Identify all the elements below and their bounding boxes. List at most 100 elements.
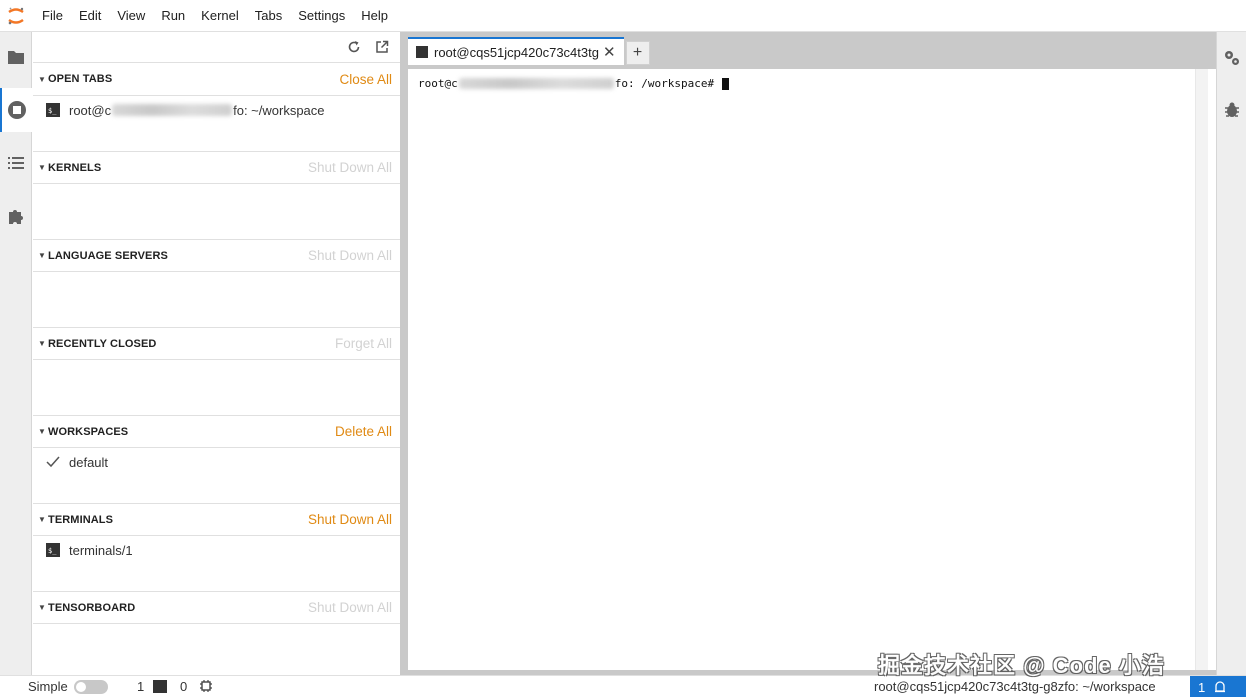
caret-down-icon: ▼	[38, 339, 46, 348]
property-inspector-gears-icon[interactable]	[1217, 38, 1246, 78]
menu-kernel[interactable]: Kernel	[193, 0, 247, 32]
add-tab-button[interactable]: +	[625, 41, 650, 65]
workspaces-list: default	[33, 448, 400, 503]
running-sessions-panel: ▼ OPEN TABS Close All $_ root@c fo: ~/wo…	[33, 32, 400, 675]
caret-down-icon: ▼	[38, 163, 46, 172]
jupyter-logo-icon	[0, 0, 32, 32]
section-title: OPEN TABS	[48, 73, 113, 85]
terminal-icon: $_	[45, 542, 61, 558]
redacted-hostname	[458, 78, 614, 89]
notifications-button[interactable]: 1	[1190, 676, 1246, 697]
terminal-label: terminals/1	[69, 542, 133, 558]
section-workspaces-header[interactable]: ▼ WORKSPACES Delete All	[33, 415, 400, 448]
section-open-tabs-header[interactable]: ▼ OPEN TABS Close All	[33, 63, 400, 96]
terminal-scrollbar[interactable]	[1195, 69, 1208, 670]
workspace-label: default	[69, 454, 109, 470]
language-servers-list	[33, 272, 400, 327]
section-title: TENSORBOARD	[48, 601, 136, 614]
status-path-text: root@cqs51jcp420c73c4t3tg-g8zfo: ~/works…	[874, 679, 1156, 694]
tensorboard-list	[33, 624, 400, 679]
menu-tabs[interactable]: Tabs	[247, 0, 290, 32]
caret-down-icon: ▼	[38, 427, 46, 436]
right-activity-bar	[1216, 32, 1246, 675]
section-title: LANGUAGE SERVERS	[48, 249, 168, 262]
panel-toolbar	[33, 32, 400, 63]
terminal-icon: $_	[45, 102, 61, 118]
forget-all-button[interactable]: Forget All	[335, 336, 392, 351]
shut-down-all-language-servers-button[interactable]: Shut Down All	[308, 248, 392, 263]
prompt-prefix: root@c	[418, 77, 458, 90]
section-recently-closed-header[interactable]: ▼ RECENTLY CLOSED Forget All	[33, 327, 400, 360]
menu-edit[interactable]: Edit	[71, 0, 109, 32]
extension-puzzle-icon[interactable]	[0, 194, 32, 238]
status-path: root@cqs51jcp420c73c4t3tg-g8zfo: ~/works…	[874, 679, 1156, 694]
menu-run[interactable]: Run	[153, 0, 193, 32]
caret-down-icon: ▼	[38, 603, 46, 612]
table-of-contents-icon[interactable]	[0, 141, 32, 185]
caret-down-icon: ▼	[38, 251, 46, 260]
section-title: RECENTLY CLOSED	[48, 337, 157, 350]
recently-closed-list	[33, 360, 400, 415]
menu-view[interactable]: View	[109, 0, 153, 32]
redacted-hostname	[112, 104, 233, 116]
folder-icon[interactable]	[0, 35, 32, 79]
terminal-count[interactable]: 0	[180, 679, 187, 694]
shut-down-all-terminals-button[interactable]: Shut Down All	[308, 512, 392, 527]
kernels-list	[33, 184, 400, 239]
list-item[interactable]: $_ terminals/1	[45, 541, 133, 559]
panel-splitter[interactable]	[400, 32, 408, 675]
terminal-icon	[416, 46, 428, 58]
shut-down-all-tensorboards-button[interactable]: Shut Down All	[308, 600, 392, 615]
close-all-button[interactable]: Close All	[339, 72, 392, 87]
svg-text:$_: $_	[48, 547, 57, 555]
terminal-icon	[153, 680, 168, 693]
caret-down-icon: ▼	[38, 74, 46, 84]
open-external-icon[interactable]	[374, 39, 390, 55]
svg-text:$_: $_	[48, 107, 57, 115]
section-title: WORKSPACES	[48, 425, 129, 438]
simple-mode-label: Simple	[28, 679, 68, 694]
section-terminals-header[interactable]: ▼ TERMINALS Shut Down All	[33, 503, 400, 536]
open-tabs-list: $_ root@c fo: ~/workspace	[33, 96, 400, 151]
menu-file[interactable]: File	[34, 0, 71, 32]
menu-help[interactable]: Help	[353, 0, 396, 32]
terminal-view[interactable]: root@c fo: /workspace#	[408, 69, 1216, 670]
shut-down-all-kernels-button[interactable]: Shut Down All	[308, 160, 392, 175]
section-title: TERMINALS	[48, 513, 114, 526]
tab-bar: root@cqs51jcp420c73c4t3tg ✕ +	[408, 36, 650, 65]
prompt-suffix: fo: /workspace#	[614, 77, 715, 90]
main-dock-area: root@cqs51jcp420c73c4t3tg ✕ + root@c fo:…	[408, 32, 1216, 675]
section-tensorboard-header[interactable]: ▼ TENSORBOARD Shut Down All	[33, 591, 400, 624]
tab-terminal[interactable]: root@cqs51jcp420c73c4t3tg ✕	[408, 37, 624, 65]
terminal-prompt: root@c fo: /workspace#	[418, 77, 730, 90]
kernel-count[interactable]: 1	[137, 679, 168, 694]
kernel-count-value: 1	[137, 679, 145, 694]
menu-bar: File Edit View Run Kernel Tabs Settings …	[0, 0, 1246, 32]
terminals-list: $_ terminals/1	[33, 536, 400, 591]
toggle-switch[interactable]	[73, 679, 108, 694]
left-activity-bar	[0, 32, 32, 675]
refresh-icon[interactable]	[346, 39, 362, 55]
debugger-bug-icon[interactable]	[1217, 90, 1246, 130]
section-language-servers-header[interactable]: ▼ LANGUAGE SERVERS Shut Down All	[33, 239, 400, 272]
tab-label: root@cqs51jcp420c73c4t3tg	[434, 44, 599, 60]
entry-label-suffix: fo: ~/workspace	[233, 102, 325, 118]
terminal-cursor	[722, 77, 730, 90]
list-item[interactable]: $_ root@c fo: ~/workspace	[45, 101, 325, 119]
bell-icon	[1215, 681, 1226, 693]
caret-down-icon: ▼	[38, 515, 46, 524]
running-icon[interactable]	[0, 88, 32, 132]
cpu-chip-icon[interactable]	[199, 679, 213, 693]
notification-count: 1	[1198, 679, 1206, 695]
menu-settings[interactable]: Settings	[290, 0, 353, 32]
close-icon[interactable]: ✕	[603, 43, 616, 61]
check-icon	[45, 454, 61, 470]
section-title: KERNELS	[48, 161, 102, 174]
delete-all-button[interactable]: Delete All	[335, 424, 392, 439]
section-kernels-header[interactable]: ▼ KERNELS Shut Down All	[33, 151, 400, 184]
entry-label-prefix: root@c	[69, 102, 112, 118]
simple-mode-toggle[interactable]: Simple	[28, 679, 108, 694]
watermark-text: 掘金技术社区 @ Code 小浩	[878, 653, 1165, 678]
terminal-count-value: 0	[180, 679, 188, 694]
list-item[interactable]: default	[45, 453, 108, 471]
